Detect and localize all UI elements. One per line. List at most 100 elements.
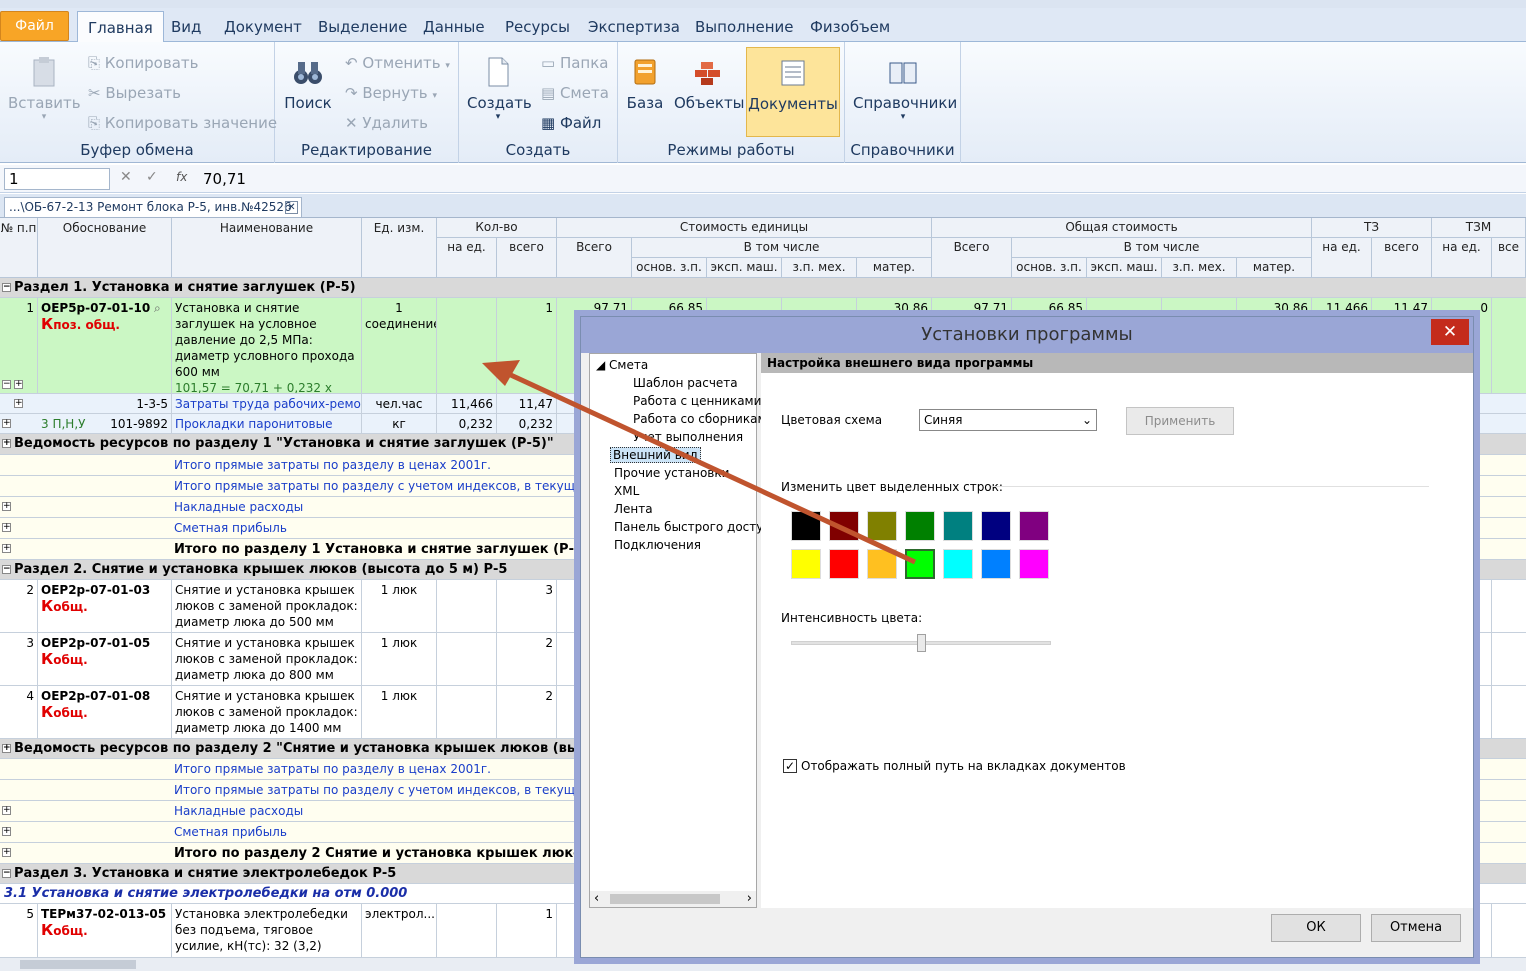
color-swatch[interactable]	[943, 549, 973, 579]
tree-node-execution[interactable]: Учет выполнения	[633, 430, 743, 444]
tab-data[interactable]: Данные	[423, 13, 485, 41]
tab-view[interactable]: Вид	[171, 13, 201, 41]
tree-node-xml[interactable]: XML	[614, 484, 639, 498]
section-title: Раздел 3. Установка и снятие электролебе…	[14, 866, 397, 881]
tree-node-prices[interactable]: Работа с ценниками	[633, 394, 761, 408]
tree-node-other[interactable]: Прочие установки	[614, 466, 729, 480]
tree-node-appearance[interactable]: Внешний вид	[610, 447, 701, 463]
scrollbar-thumb[interactable]	[20, 960, 136, 969]
tab-home[interactable]: Главная	[77, 11, 164, 43]
row-num: 4	[0, 686, 38, 738]
expand-icon[interactable]: +	[2, 419, 11, 428]
search-button[interactable]: Поиск	[281, 56, 335, 112]
expand-icon[interactable]: +	[14, 399, 23, 408]
delete-button[interactable]: ✕ Удалить	[345, 114, 428, 132]
scrollbar-thumb[interactable]	[610, 894, 720, 904]
color-swatch[interactable]	[905, 511, 935, 541]
scroll-right-icon[interactable]: ›	[747, 891, 752, 906]
create-button[interactable]: Создать ▾	[467, 56, 532, 122]
row-num-value: 4	[26, 689, 34, 703]
expand-icon[interactable]: +	[2, 523, 11, 532]
scroll-left-icon[interactable]: ‹	[594, 891, 599, 906]
document-tab[interactable]: ...\ОБ-67-2-13 Ремонт блока Р-5, инв.№42…	[4, 197, 302, 217]
header-unit-total: Всего	[557, 238, 632, 278]
tab-expertise[interactable]: Экспертиза	[588, 13, 680, 41]
row-unit-text: кг	[392, 417, 406, 431]
section-row-1[interactable]: − Раздел 1. Установка и снятие заглушек …	[0, 278, 1526, 298]
color-swatch[interactable]	[905, 549, 935, 579]
tree-node-quickaccess[interactable]: Панель быстрого досту	[614, 520, 763, 534]
cancel-button[interactable]: Отмена	[1371, 914, 1461, 942]
tree-node-connections[interactable]: Подключения	[614, 538, 701, 552]
function-icon[interactable]: fx	[176, 170, 187, 184]
expand-icon[interactable]: +	[2, 544, 11, 553]
intensity-slider[interactable]	[791, 634, 1051, 652]
file-button[interactable]: ▦ Файл	[541, 114, 601, 132]
horizontal-scrollbar[interactable]	[0, 958, 1526, 971]
expand-icon[interactable]: +	[2, 439, 11, 448]
documents-icon	[781, 60, 805, 86]
file-menu-button[interactable]: Файл	[0, 11, 69, 41]
tab-resources[interactable]: Ресурсы	[505, 13, 570, 41]
slider-thumb[interactable]	[917, 634, 926, 652]
tree-node-ribbon[interactable]: Лента	[614, 502, 653, 516]
tree-node-estimate[interactable]: ◢ Смета	[596, 358, 648, 372]
color-scheme-select[interactable]: Синяя ⌄	[919, 409, 1097, 431]
full-path-checkbox[interactable]: ✓	[783, 759, 797, 773]
menu-bar: Файл Главная Вид Документ Выделение Данн…	[0, 8, 1526, 43]
collapse-icon[interactable]: −	[2, 565, 11, 574]
copy-button[interactable]: ⎘ Копировать	[88, 54, 198, 72]
tab-execution[interactable]: Выполнение	[695, 13, 794, 41]
estimate-button[interactable]: ▤ Смета	[541, 84, 609, 102]
tree-node-template[interactable]: Шаблон расчета	[633, 376, 738, 390]
folder-button[interactable]: ▭ Папка	[541, 54, 608, 72]
expand-icon[interactable]: +	[2, 848, 11, 857]
expand-icon[interactable]: +	[2, 806, 11, 815]
formula-value[interactable]: 70,71	[203, 168, 246, 190]
color-swatch[interactable]	[1019, 511, 1049, 541]
copy-value-button[interactable]: ⎘ Копировать значение	[88, 114, 277, 132]
documents-button[interactable]: Документы	[746, 47, 840, 137]
paste-button[interactable]: Вставить ▾	[8, 56, 81, 122]
cancel-edit-icon[interactable]: ✕	[120, 169, 132, 185]
color-swatch[interactable]	[943, 511, 973, 541]
apply-button[interactable]: Применить	[1126, 407, 1234, 435]
collapse-icon[interactable]: −	[2, 869, 11, 878]
color-swatch[interactable]	[829, 511, 859, 541]
cut-button[interactable]: ✂ Вырезать	[88, 84, 181, 102]
color-swatch[interactable]	[791, 511, 821, 541]
base-button[interactable]: База	[624, 56, 666, 112]
close-tab-icon[interactable]: ✕	[285, 201, 298, 214]
expand-icon[interactable]: +	[2, 502, 11, 511]
color-swatch[interactable]	[981, 511, 1011, 541]
redo-button[interactable]: ↷ Вернуть ▾	[345, 84, 437, 102]
total-label: Накладные расходы	[174, 804, 304, 818]
row-c12-value: 11,47	[1393, 301, 1428, 315]
expand-icon[interactable]: +	[2, 744, 11, 753]
undo-button[interactable]: ↶ Отменить ▾	[345, 54, 450, 72]
color-swatch[interactable]	[867, 511, 897, 541]
cell-reference-field[interactable]: 1	[4, 168, 110, 190]
file-label: Файл	[559, 114, 602, 132]
confirm-edit-icon[interactable]: ✓	[146, 169, 158, 185]
tree-scrollbar[interactable]: ‹ ›	[590, 891, 756, 907]
tab-physvolume[interactable]: Физобъем	[810, 13, 890, 41]
collapse-icon[interactable]: −	[2, 380, 11, 389]
objects-button[interactable]: Объекты	[674, 56, 745, 112]
color-swatch[interactable]	[1019, 549, 1049, 579]
color-swatch[interactable]	[791, 549, 821, 579]
refs-button[interactable]: Справочники ▾	[853, 56, 957, 122]
ok-button[interactable]: ОК	[1271, 914, 1361, 942]
expand-icon[interactable]: +	[2, 827, 11, 836]
collapse-icon[interactable]: −	[2, 283, 11, 292]
color-swatch[interactable]	[981, 549, 1011, 579]
expand-icon[interactable]: +	[14, 380, 23, 389]
tab-document[interactable]: Документ	[224, 13, 302, 41]
close-button[interactable]: ✕	[1431, 319, 1469, 345]
color-swatch[interactable]	[829, 549, 859, 579]
tab-selection[interactable]: Выделение	[318, 13, 407, 41]
color-swatch[interactable]	[867, 549, 897, 579]
tree-node-collections[interactable]: Работа со сборникам	[633, 412, 767, 426]
coef-note: поз. общ.	[53, 318, 120, 332]
binoculars-icon	[294, 62, 322, 84]
